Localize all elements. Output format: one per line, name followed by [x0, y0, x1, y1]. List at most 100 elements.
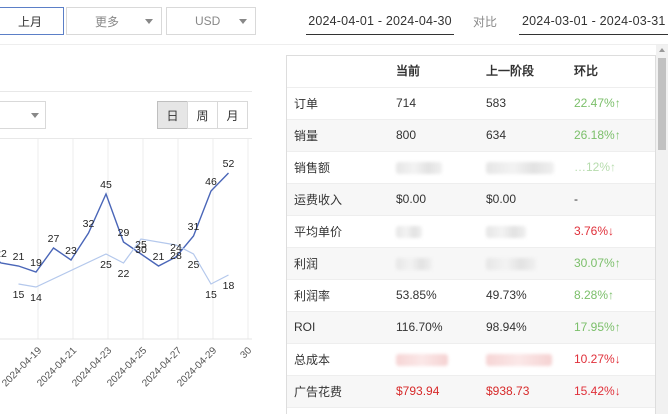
metric-name: 广告花费: [286, 375, 390, 408]
scroll-up-arrow-icon[interactable]: [659, 48, 665, 52]
data-label-current: 27: [48, 233, 60, 245]
data-label-current: 21: [13, 251, 25, 263]
previous-value: 583: [480, 87, 570, 120]
metric-name: 销量: [286, 119, 390, 152]
table-row: 利润 30.07%↑: [286, 247, 656, 280]
metric-name: 销售额: [286, 151, 390, 184]
data-label-current: 46: [205, 176, 217, 188]
redacted-value: [486, 161, 554, 174]
chevron-down-icon: [239, 19, 247, 24]
table-row: 广告花费 $793.94 $938.73 15.42%↓: [286, 375, 656, 408]
current-value: 800: [390, 119, 480, 152]
table-row: 利润率 53.85% 49.73% 8.28%↑: [286, 279, 656, 312]
current-value: [390, 215, 480, 248]
redacted-value: [396, 161, 442, 174]
header-current: 当前: [390, 55, 480, 88]
change-value: 22.47%↑: [570, 87, 656, 120]
metric-name: 订单: [286, 87, 390, 120]
metric-name: 利润率: [286, 279, 390, 312]
header-metric: [286, 55, 390, 88]
data-label-previous: 14: [30, 292, 42, 304]
redacted-value: [486, 257, 536, 270]
metric-name: 利润: [286, 247, 390, 280]
previous-value: [480, 247, 570, 280]
data-label-previous: 15: [205, 289, 217, 301]
data-label-previous: 28: [170, 250, 182, 262]
data-label-current: 52: [223, 158, 235, 170]
divider: [0, 44, 668, 45]
compare-label: 对比: [473, 15, 498, 29]
compare-date-range-input[interactable]: 2024-03-01 - 2024-03-31: [519, 7, 668, 35]
trend-line-chart: 2722211927233245292521243146521514252230…: [0, 139, 252, 389]
x-tick-label: 30: [238, 345, 252, 361]
previous-value: 98.94%: [480, 311, 570, 344]
data-label-previous: 18: [223, 280, 235, 292]
previous-value: [480, 343, 570, 376]
current-value: [390, 247, 480, 280]
previous-value: [480, 215, 570, 248]
table-row: 运费收入 $0.00 $0.00-: [286, 183, 656, 216]
table-row: 平均单价 3.76%↓: [286, 215, 656, 248]
current-value: $793.94: [390, 375, 480, 408]
redacted-value: [396, 353, 448, 366]
granularity-week-button[interactable]: 周: [187, 101, 218, 129]
chevron-down-icon: [31, 113, 39, 118]
data-label-previous: 25: [100, 259, 112, 271]
redacted-value: [396, 225, 422, 238]
data-label-previous: 25: [188, 259, 200, 271]
metric-name: 运费收入: [286, 183, 390, 216]
metric-select[interactable]: [0, 101, 46, 129]
previous-value: $0.00: [480, 183, 570, 216]
table-row: 销量 800 634 26.18%↑: [286, 119, 656, 152]
current-value: $0.00: [390, 183, 480, 216]
change-value: 15.42%↓: [570, 375, 656, 408]
scrollbar-thumb[interactable]: [658, 58, 666, 150]
metric-name: 总成本: [286, 343, 390, 376]
previous-value: $938.73: [480, 375, 570, 408]
previous-value: 634: [480, 119, 570, 152]
data-label-current: 31: [188, 221, 200, 233]
data-label-previous: 22: [118, 268, 130, 280]
change-value: …12%↑: [570, 151, 656, 184]
metrics-table: 当前 上一阶段 环比 订单 714 583 22.47%↑ 销量 800 634 26.18%…: [286, 55, 656, 408]
change-value: -: [570, 183, 656, 216]
granularity-day-button[interactable]: 日: [157, 101, 188, 129]
table-row: 订单 714 583 22.47%↑: [286, 87, 656, 120]
header-previous: 上一阶段: [480, 55, 570, 88]
current-value: 714: [390, 87, 480, 120]
table-header-row: 当前 上一阶段 环比: [286, 55, 656, 88]
more-periods-label: 更多: [95, 14, 120, 29]
data-label-current: 21: [153, 251, 165, 263]
divider: [0, 91, 252, 92]
change-value: 3.76%↓: [570, 215, 656, 248]
data-label-current: 19: [30, 257, 42, 269]
current-value: 116.70%: [390, 311, 480, 344]
metric-name: ROI: [286, 311, 390, 344]
header-change: 环比: [570, 55, 656, 88]
metric-name: 平均单价: [286, 215, 390, 248]
change-value: 30.07%↑: [570, 247, 656, 280]
current-value: [390, 151, 480, 184]
change-value: 8.28%↑: [570, 279, 656, 312]
change-value: 10.27%↓: [570, 343, 656, 376]
more-periods-select[interactable]: 更多: [66, 7, 162, 35]
current-value: [390, 343, 480, 376]
change-value: 26.18%↑: [570, 119, 656, 152]
data-label-current: 45: [100, 179, 112, 191]
data-label-current: 32: [83, 218, 95, 230]
previous-value: 49.73%: [480, 279, 570, 312]
redacted-value: [396, 257, 432, 270]
current-date-range-input[interactable]: 2024-04-01 - 2024-04-30: [306, 7, 454, 35]
granularity-month-button[interactable]: 月: [217, 101, 248, 129]
change-value: 17.95%↑: [570, 311, 656, 344]
data-label-previous: 30: [135, 244, 147, 256]
table-row: 销售额 …12%↑: [286, 151, 656, 184]
chevron-down-icon: [145, 19, 153, 24]
currency-select[interactable]: USD: [166, 7, 256, 35]
data-label-previous: 15: [13, 289, 25, 301]
table-row: 总成本 10.27%↓: [286, 343, 656, 376]
data-label-current: 23: [65, 245, 77, 257]
previous-value: [480, 151, 570, 184]
period-last-month-button[interactable]: 上月: [0, 7, 64, 35]
granularity-toggle: 日 周 月: [157, 101, 248, 129]
